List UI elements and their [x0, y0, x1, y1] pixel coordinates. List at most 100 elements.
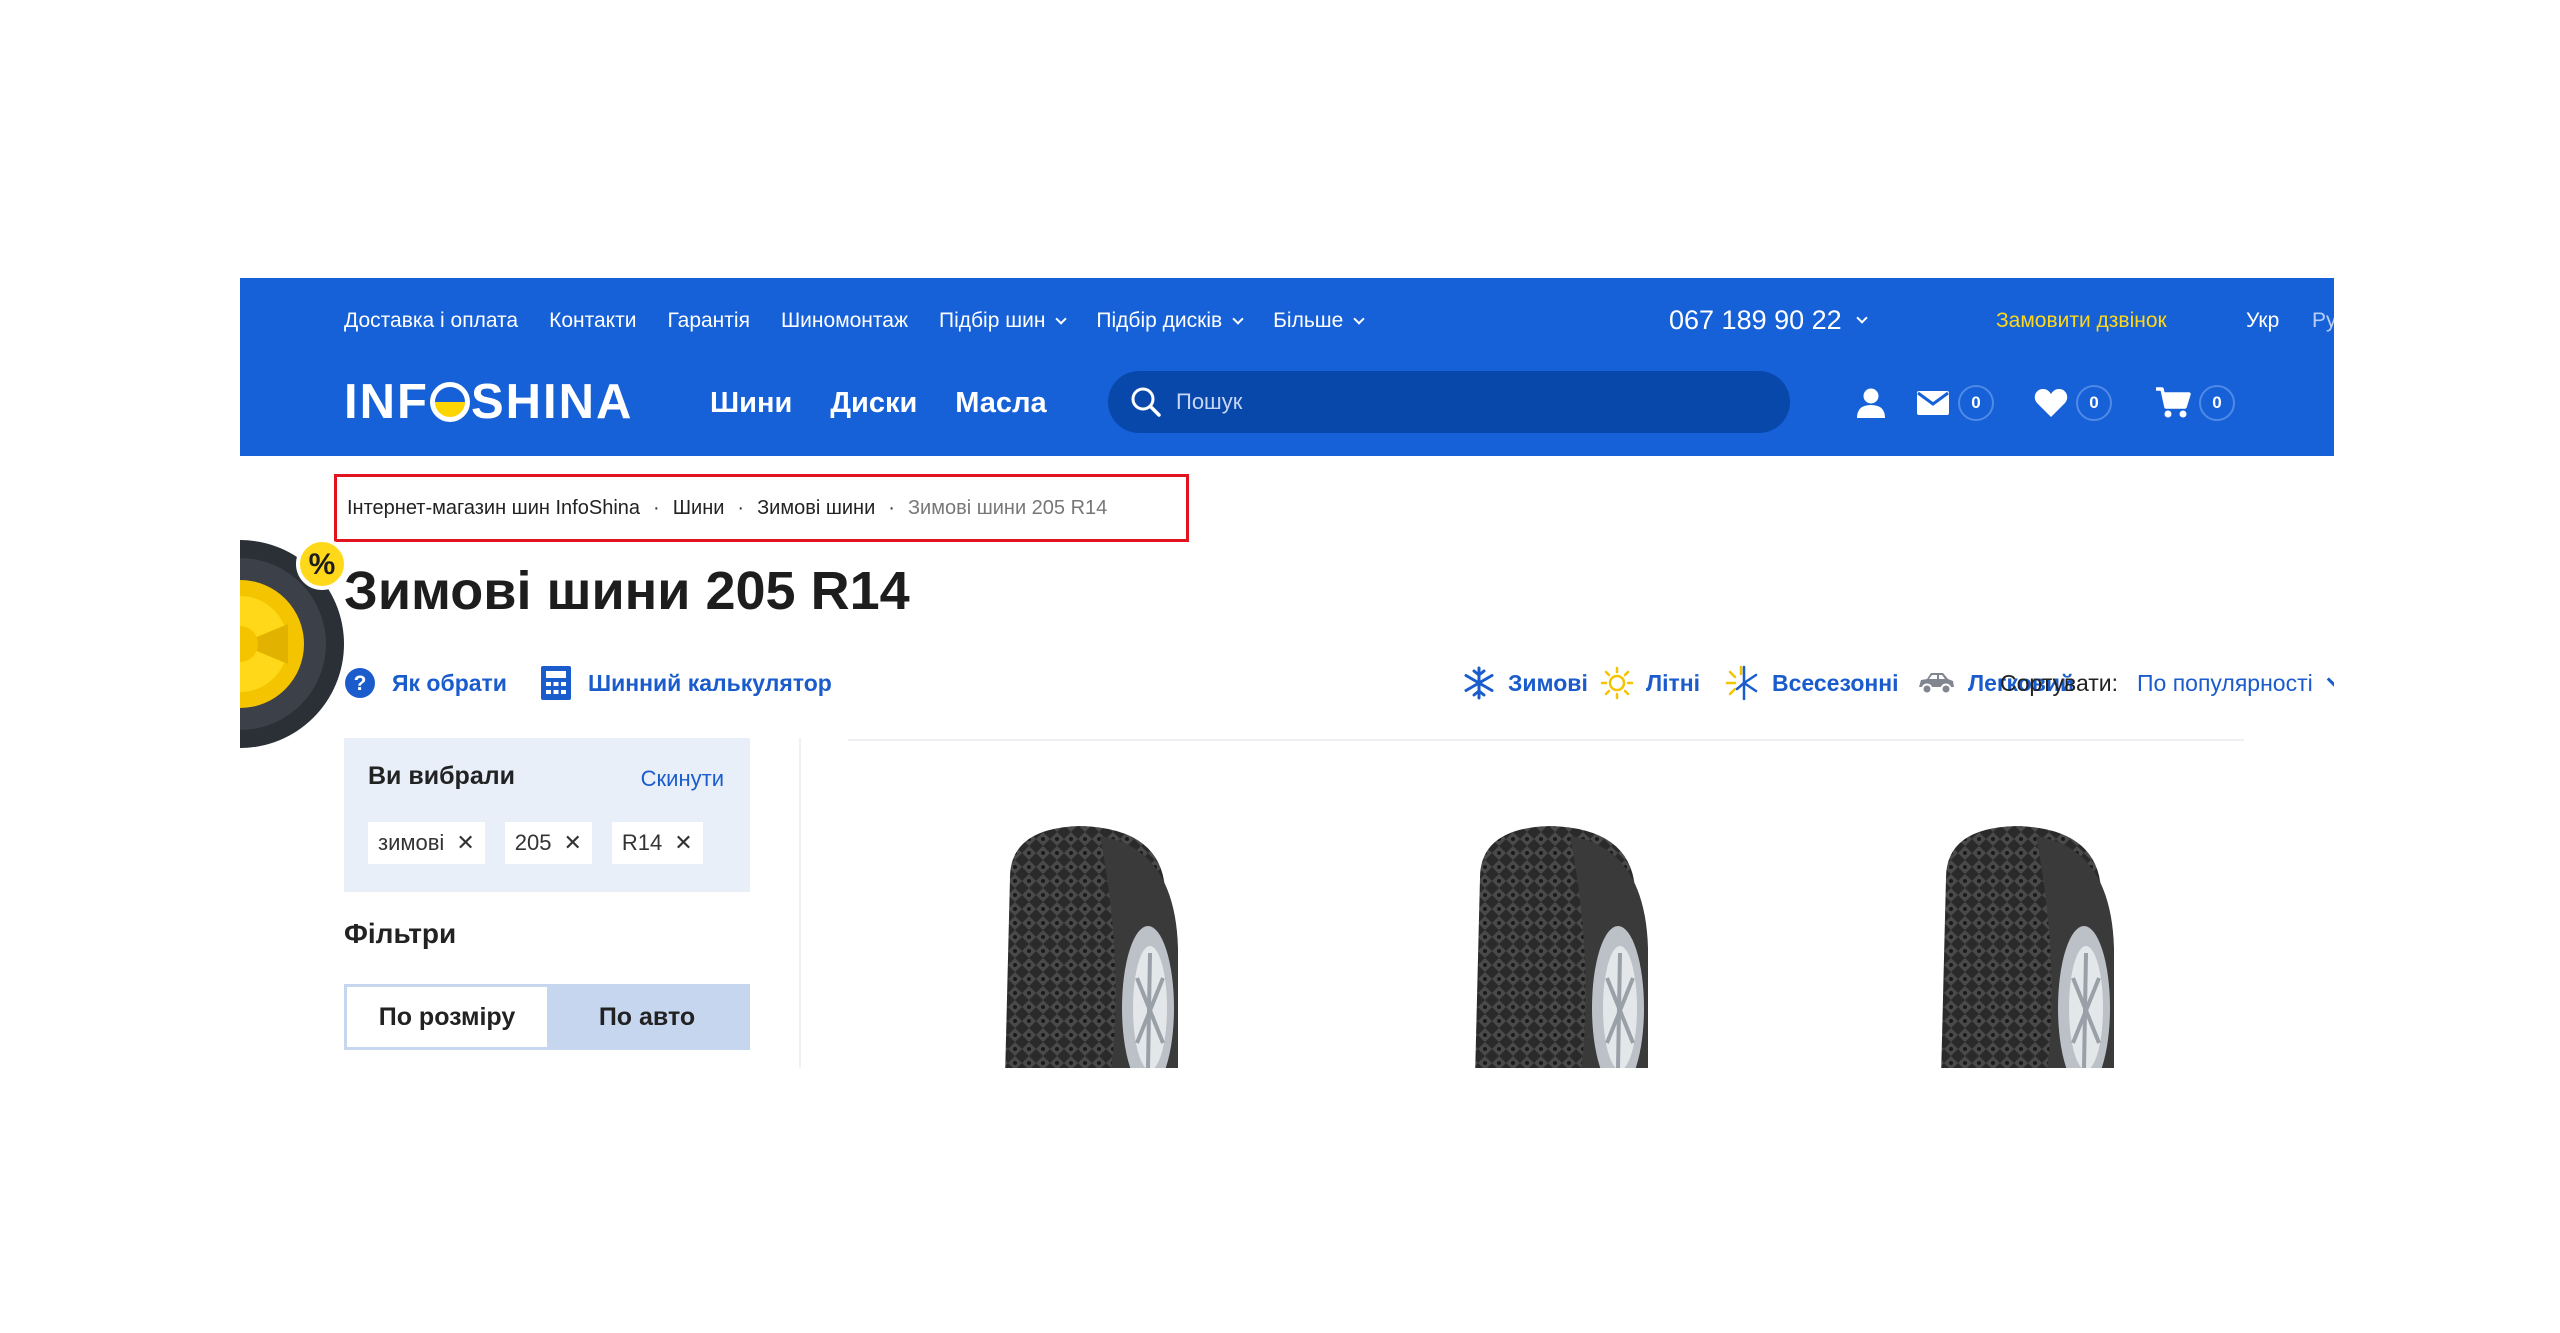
filters-title: Фільтри: [344, 918, 457, 949]
top-nav-more[interactable]: Більше: [1273, 306, 1365, 336]
sort-dropdown[interactable]: По популярності: [2137, 663, 2334, 703]
sidebar-divider: [799, 738, 801, 1068]
sort-label: Сортувати:: [2000, 670, 2118, 696]
breadcrumb-separator: ·: [653, 496, 660, 519]
season-label-summer: Літні: [1646, 669, 1701, 696]
svg-text:?: ?: [354, 672, 367, 695]
callback-link[interactable]: Замовити дзвінок: [1996, 306, 2167, 336]
top-nav-tire-selection[interactable]: Підбір шин: [939, 306, 1068, 336]
breadcrumb-home[interactable]: Інтернет-магазин шин InfoShina: [347, 497, 640, 520]
chevron-down-icon: [1353, 312, 1365, 325]
breadcrumb-current: Зимові шини 205 R14: [907, 496, 1108, 519]
filter-chip-label: 205: [514, 830, 552, 855]
season-filter-winter[interactable]: Зимові: [1462, 663, 1588, 703]
how-to-choose-label: Як обрати: [392, 669, 507, 696]
breadcrumb: Інтернет-магазин шин InfoShina · Шини · …: [334, 474, 1189, 542]
main-nav-wheels[interactable]: Диски: [830, 383, 917, 423]
tire-calculator-link[interactable]: Шинний калькулятор: [540, 663, 832, 703]
close-icon[interactable]: ✕: [674, 830, 692, 856]
top-nav-tire-fitting[interactable]: Шиномонтаж: [781, 306, 908, 336]
promo-wheel-badge[interactable]: %: [240, 524, 350, 764]
top-nav-label: Підбір шин: [939, 309, 1046, 332]
envelope-icon: [1917, 391, 1949, 415]
logo-flag-icon: [429, 382, 470, 422]
search-input[interactable]: [1174, 388, 1734, 416]
season-filter-summer[interactable]: Літні: [1600, 663, 1700, 703]
phone-number: 067 189 90 22: [1669, 304, 1842, 335]
top-nav-delivery[interactable]: Доставка і оплата: [344, 306, 518, 336]
main-nav-oils[interactable]: Масла: [955, 383, 1046, 423]
breadcrumb-winter-tires[interactable]: Зимові шини: [757, 497, 875, 520]
filter-chip-label: зимові: [378, 830, 445, 855]
sun-icon: [1600, 666, 1634, 700]
filter-mode-toggle: По розміру По авто: [344, 984, 750, 1050]
tire-product-image: [1005, 826, 1178, 1068]
logo-text-right: SHINA: [470, 375, 634, 429]
calculator-icon: [541, 666, 571, 700]
chevron-down-icon: [2326, 671, 2334, 688]
tire-product-image: [1475, 826, 1648, 1068]
messages-button[interactable]: 0: [1916, 383, 1994, 423]
phone-dropdown[interactable]: 067 189 90 22: [1669, 302, 1868, 338]
page-title: Зимові шини 205 R14: [344, 561, 910, 621]
top-nav-wheel-selection[interactable]: Підбір дисків: [1096, 306, 1244, 336]
tire-wheel-icon: %: [240, 538, 348, 748]
site-header: Доставка і оплата Контакти Гарантія Шино…: [240, 278, 2334, 456]
chevron-down-icon: [1055, 312, 1068, 325]
selected-filters-panel: Ви вибрали Скинути зимові ✕ 205 ✕ R14 ✕: [344, 738, 750, 892]
page-viewport: Доставка і оплата Контакти Гарантія Шино…: [240, 278, 2334, 1068]
favorites-count: 0: [2076, 385, 2112, 421]
season-filter-all-season[interactable]: Всесезонні: [1722, 663, 1899, 703]
close-icon[interactable]: ✕: [563, 830, 581, 856]
tire-calculator-label: Шинний калькулятор: [588, 669, 832, 696]
filter-chip-diameter[interactable]: R14 ✕: [611, 822, 703, 864]
heart-icon: [2034, 389, 2068, 417]
main-nav-tires[interactable]: Шини: [710, 383, 792, 423]
tool-row: ? Як обрати Шинний калькулятор Зимові Лі…: [344, 663, 2334, 703]
main-bar: INF SHINA Шини Диски Масла Пошук 0 0 0: [344, 371, 2244, 433]
favorites-button[interactable]: 0: [2034, 383, 2112, 423]
top-nav-label: Більше: [1273, 309, 1344, 332]
product-card-tire-image[interactable]: [980, 818, 1190, 1068]
top-nav-warranty[interactable]: Гарантія: [667, 306, 749, 336]
top-nav-label: Контакти: [549, 309, 637, 332]
product-card-tire-image[interactable]: [1450, 818, 1660, 1068]
filter-by-car-tab[interactable]: По авто: [547, 987, 747, 1047]
product-card-tire-image[interactable]: [1916, 818, 2126, 1068]
language-rus[interactable]: Рус: [2312, 306, 2334, 336]
site-logo[interactable]: INF SHINA: [344, 375, 634, 429]
search-bar: [1108, 371, 1790, 433]
search-icon[interactable]: [1130, 386, 1162, 418]
car-icon: [1919, 673, 1954, 695]
logo-text-left: INF: [344, 375, 429, 429]
season-label-all-season: Всесезонні: [1772, 669, 1899, 696]
top-nav-label: Шиномонтаж: [780, 309, 909, 332]
chevron-down-icon: [1232, 312, 1244, 325]
top-nav-contacts[interactable]: Контакти: [549, 306, 636, 336]
filter-chips: зимові ✕ 205 ✕ R14 ✕: [368, 822, 723, 864]
breadcrumb-tires[interactable]: Шини: [673, 497, 725, 520]
products-top-divider: [848, 739, 2244, 741]
close-icon[interactable]: ✕: [456, 830, 474, 856]
filter-chip-label: R14: [621, 830, 663, 855]
selected-filters-title: Ви вибрали: [368, 762, 515, 790]
question-icon: ?: [345, 668, 375, 698]
snowflake-icon: [1464, 666, 1494, 700]
how-to-choose-link[interactable]: ? Як обрати: [344, 663, 507, 703]
all-season-icon: [1725, 665, 1758, 701]
cart-button[interactable]: 0: [2155, 383, 2235, 423]
top-nav-label: Доставка і оплата: [344, 309, 519, 332]
language-ukr[interactable]: Укр: [2246, 306, 2279, 336]
filter-chip-season[interactable]: зимові ✕: [368, 822, 485, 864]
sort-value: По популярності: [2137, 669, 2313, 696]
filter-chip-width[interactable]: 205 ✕: [504, 822, 592, 864]
main-nav: Шини Диски Масла: [710, 383, 1085, 423]
filter-by-size-tab[interactable]: По розміру: [347, 987, 547, 1047]
reset-filters-link[interactable]: Скинути: [641, 766, 724, 792]
top-nav-label: Гарантія: [667, 309, 750, 332]
breadcrumb-separator: ·: [737, 496, 745, 519]
account-button[interactable]: [1856, 383, 1886, 423]
messages-count: 0: [1958, 385, 1994, 421]
top-nav-label: Підбір дисків: [1096, 309, 1223, 332]
top-nav: Доставка і оплата Контакти Гарантія Шино…: [344, 306, 1394, 336]
